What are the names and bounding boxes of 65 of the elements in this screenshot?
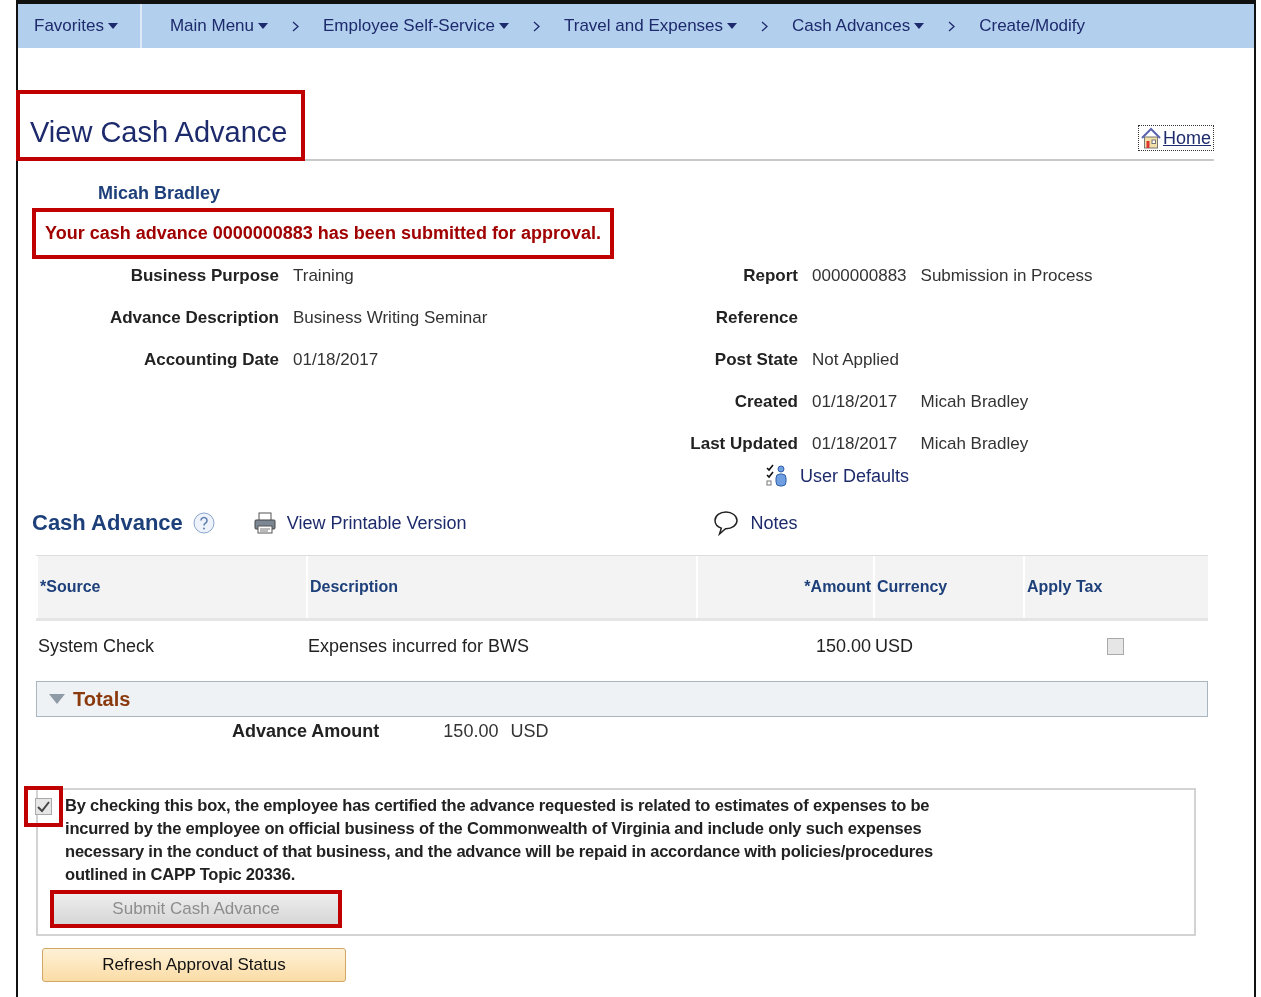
- field-label: Created: [733, 392, 798, 412]
- chevron-icon: [292, 20, 300, 32]
- column-header: *Amount: [696, 556, 873, 618]
- column-header: *Source: [36, 556, 306, 618]
- field-value: Training: [293, 266, 355, 286]
- apply-tax-checkbox[interactable]: [1107, 637, 1124, 655]
- user-defaults-link[interactable]: User Defaults: [800, 465, 910, 487]
- totals-title: Totals: [73, 687, 131, 711]
- speech-bubble-icon[interactable]: [712, 510, 739, 536]
- currency-value: USD: [510, 721, 549, 742]
- nav-menu[interactable]: Travel and Expenses: [554, 16, 748, 36]
- field-value: Submission in Process: [920, 266, 1093, 286]
- field-value: 01/18/2017: [293, 350, 380, 370]
- column-header: Currency: [873, 556, 1023, 618]
- chevron-icon: [533, 20, 540, 32]
- collapse-triangle-icon[interactable]: [49, 693, 65, 705]
- field-value: Micah Bradley: [920, 434, 1030, 454]
- help-icon[interactable]: [192, 511, 215, 535]
- field-value: Micah Bradley: [920, 392, 1030, 412]
- caret-icon: [914, 23, 925, 29]
- column-header: Apply Tax: [1023, 556, 1208, 618]
- field-value: Business Writing Seminar: [293, 308, 488, 328]
- caret-icon: [107, 23, 118, 29]
- nav-menu[interactable]: Main Menu: [159, 4, 279, 48]
- certification-text: By checking this box, the employee has certified the advance requested is related to estimates of expenses to be incurred by the employee on official business of the Commonwealth of Virginia and include only such expenses necessary in the conduct of that business, and the advance will be repaid in accordance with policies/procedures outlined in CAPP Topic 20336.: [65, 795, 934, 885]
- field-label: Business Purpose: [129, 266, 279, 286]
- user-checklist-icon[interactable]: [766, 464, 788, 488]
- notes-link[interactable]: Notes: [750, 512, 798, 534]
- amount-value: 150.00: [443, 721, 499, 742]
- page-title: View Cash Advance: [16, 90, 306, 161]
- chevron-icon: [761, 20, 769, 32]
- field-label: Report: [742, 266, 798, 286]
- table-cell-text: 150.00: [814, 634, 872, 658]
- nav-menu[interactable]: Favorites: [18, 4, 142, 48]
- field-label: Post State: [713, 350, 798, 370]
- chevron-icon: [948, 20, 956, 32]
- column-header: Description: [306, 556, 696, 618]
- employee-name: Micah Bradley: [98, 183, 222, 204]
- table-cell-text: System Check: [37, 634, 156, 658]
- caret-icon: [258, 23, 269, 29]
- home-link[interactable]: Home: [1138, 125, 1214, 151]
- field-label: Reference: [714, 308, 798, 328]
- field-label: Last Updated: [689, 434, 798, 454]
- refresh-approval-status-button[interactable]: Refresh Approval Status: [42, 948, 346, 982]
- caret-icon: [727, 23, 738, 29]
- totals-header[interactable]: Totals: [36, 681, 1208, 717]
- field-label: Advance Amount: [232, 721, 380, 742]
- field-value: 01/18/2017: [812, 392, 899, 412]
- nav-menu[interactable]: Create/Modify: [969, 16, 1096, 36]
- nav-menu[interactable]: Cash Advances: [782, 16, 935, 36]
- field-label: Advance Description: [108, 308, 279, 328]
- status-message: Your cash advance 0000000883 has been submitted for approval.: [32, 208, 614, 259]
- nav-menu[interactable]: Employee Self-Service: [313, 16, 519, 36]
- field-label: Accounting Date: [142, 350, 279, 370]
- printer-icon[interactable]: [252, 512, 277, 534]
- section-title: Cash Advance: [32, 510, 183, 536]
- field-value: Not Applied: [812, 350, 900, 370]
- table-cell-text: Expenses incurred for BWS: [307, 634, 531, 658]
- printable-version-link[interactable]: View Printable Version: [286, 512, 467, 534]
- table-cell-text: USD: [874, 634, 914, 658]
- house-icon: [1141, 127, 1161, 149]
- caret-icon: [499, 23, 509, 29]
- field-value: 01/18/2017: [812, 434, 899, 454]
- field-value: 0000000883: [812, 266, 907, 286]
- certify-checkbox[interactable]: [35, 798, 52, 815]
